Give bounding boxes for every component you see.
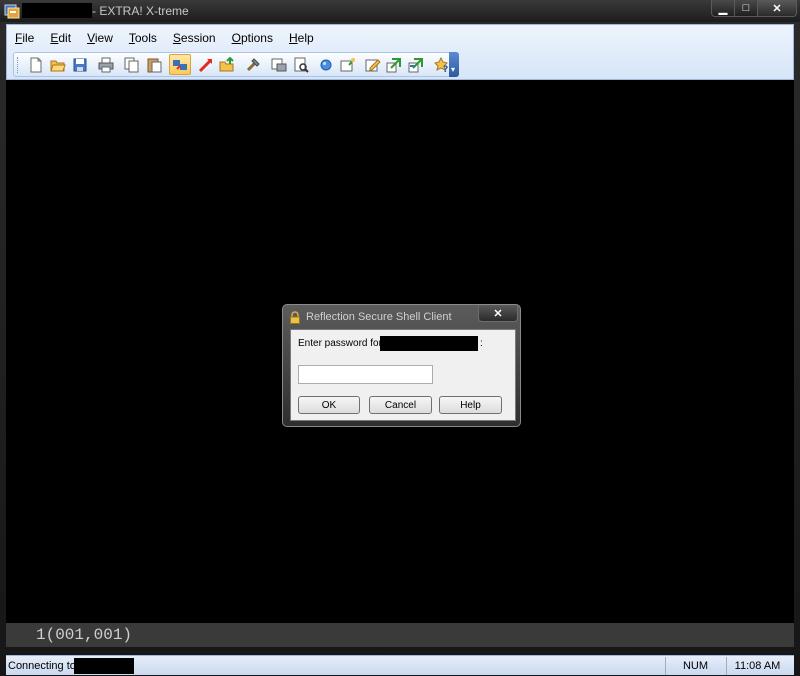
save-icon[interactable] (72, 57, 88, 73)
minimize-button[interactable]: ▁ (711, 0, 735, 17)
toolbar: ? ▾ (13, 52, 459, 77)
menu-options-accel: O (231, 31, 241, 45)
menu-file[interactable]: File (15, 31, 34, 47)
password-dialog: Reflection Secure Shell Client ✕ Enter p… (282, 304, 521, 427)
menu-tools-label: ools (134, 31, 157, 45)
send-file-icon[interactable] (219, 57, 235, 73)
close-button[interactable]: ✕ (757, 0, 797, 17)
ok-button[interactable]: OK (298, 396, 360, 414)
chevron-down-icon: ▾ (451, 65, 456, 74)
paste-icon[interactable] (146, 57, 162, 73)
copy-icon[interactable] (124, 57, 140, 73)
toolbar-grip[interactable] (17, 57, 20, 73)
dialog-title: Reflection Secure Shell Client (306, 311, 452, 323)
menu-bar: File Edit View Tools Session Options Hel… (15, 31, 330, 47)
application-window: - EXTRA! X-treme ▁ □ ✕ File Edit View To… (0, 0, 800, 676)
menu-edit-label: dit (58, 31, 72, 45)
transfer-setup-icon[interactable] (408, 57, 424, 73)
menu-session[interactable]: Session (173, 31, 216, 47)
macro-icon[interactable] (340, 57, 356, 73)
menu-options[interactable]: Options (232, 31, 273, 47)
record-icon[interactable] (318, 57, 334, 73)
redacted-host-name (22, 3, 92, 18)
menu-edit[interactable]: Edit (50, 31, 71, 47)
edit-icon[interactable] (365, 57, 381, 73)
password-input[interactable] (298, 365, 433, 384)
help-icon[interactable]: ? (434, 57, 450, 73)
print-preview-icon[interactable] (293, 57, 309, 73)
menu-view-label: iew (94, 31, 113, 45)
cancel-button[interactable]: Cancel (369, 396, 432, 414)
menu-toolbar-area: File Edit View Tools Session Options Hel… (6, 24, 794, 80)
app-icon[interactable] (4, 3, 20, 19)
menu-view-accel: V (87, 31, 95, 45)
title-bar[interactable]: - EXTRA! X-treme ▁ □ ✕ (0, 0, 800, 22)
dialog-body: Enter password for : OK Cancel Help (290, 329, 516, 421)
terminal-status-line: 1(001,001) (6, 623, 794, 647)
menu-help-accel: H (288, 31, 298, 45)
new-icon[interactable] (28, 57, 44, 73)
toolbar-overflow-button[interactable]: ▾ (449, 52, 459, 77)
menu-help-label: elp (297, 31, 314, 45)
disconnect-icon[interactable] (198, 57, 214, 73)
window-title: - EXTRA! X-treme (92, 4, 189, 18)
menu-help[interactable]: Help (289, 31, 314, 47)
transfer-icon[interactable] (386, 57, 402, 73)
redacted-user-host (380, 336, 478, 351)
num-lock-indicator: NUM (665, 657, 725, 675)
prompt-colon: : (480, 338, 483, 349)
open-icon[interactable] (50, 57, 66, 73)
menu-view[interactable]: View (87, 31, 113, 47)
connect-icon[interactable] (169, 54, 191, 75)
menu-session-label: ession (180, 31, 216, 45)
maximize-button[interactable]: □ (734, 0, 758, 17)
help-button[interactable]: Help (439, 396, 502, 414)
redacted-host-name (74, 658, 134, 674)
status-bar: Connecting to NUM 11:08 AM (6, 655, 794, 675)
dialog-close-button[interactable]: ✕ (478, 305, 518, 322)
clock: 11:08 AM (726, 657, 788, 675)
password-prompt: Enter password for (298, 338, 382, 349)
status-connecting-text: Connecting to (8, 660, 76, 672)
lock-icon (289, 311, 301, 324)
svg-text:?: ? (443, 65, 448, 73)
print-icon[interactable] (98, 57, 114, 73)
print-screen-icon[interactable] (271, 57, 287, 73)
tools-icon[interactable] (245, 57, 261, 73)
menu-session-accel: S (172, 31, 181, 45)
cursor-position: 1(001,001) (36, 626, 133, 644)
menu-options-label: ptions (240, 31, 273, 45)
menu-tools[interactable]: Tools (129, 31, 157, 47)
menu-file-label: ile (22, 31, 35, 45)
